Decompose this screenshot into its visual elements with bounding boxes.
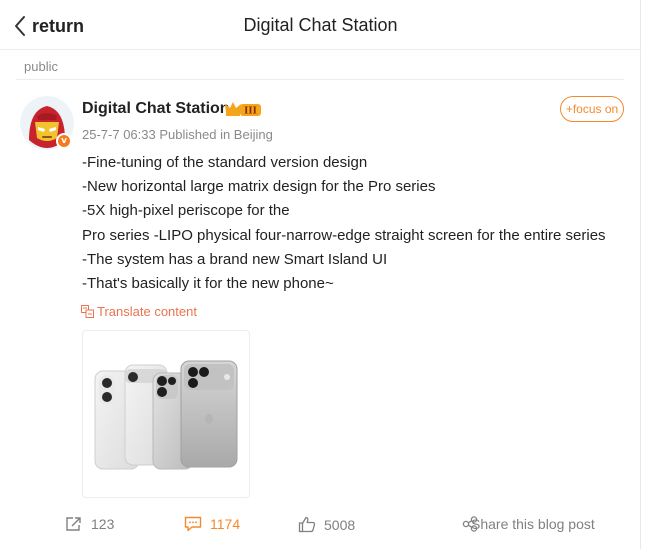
post-body: -Fine-tuning of the standard version des… bbox=[82, 151, 622, 296]
badge-level: III bbox=[244, 107, 257, 117]
post-line: -The system has a brand new Smart Island… bbox=[82, 250, 388, 268]
verified-badge: v bbox=[56, 133, 72, 149]
share-button[interactable]: Share this blog post bbox=[462, 516, 595, 532]
repost-icon bbox=[66, 517, 81, 531]
post-location: Published in Beijing bbox=[159, 127, 273, 142]
post-line: -That's basically it for the new phone~ bbox=[82, 275, 334, 293]
author-name[interactable]: Digital Chat Station bbox=[82, 100, 230, 118]
post-line: Pro series -LIPO physical four-narrow-ed… bbox=[82, 226, 606, 244]
page-title: Digital Chat Station bbox=[243, 15, 398, 35]
post-page: return Digital Chat Station public v Dig… bbox=[0, 0, 641, 549]
comment-count: 1174 bbox=[210, 516, 241, 532]
repost-button[interactable]: 123 bbox=[65, 516, 114, 532]
post-line: -Fine-tuning of the standard version des… bbox=[82, 154, 368, 171]
translate-link[interactable]: Translate content bbox=[81, 304, 197, 319]
phones-image bbox=[94, 360, 238, 470]
like-count: 5008 bbox=[324, 516, 356, 533]
follow-button[interactable]: +focus on bbox=[560, 96, 624, 122]
member-crown-icon: III bbox=[223, 100, 263, 123]
thumbs-up-icon bbox=[298, 516, 316, 533]
post-meta: 25-7-7 06:33 Published in Beijing bbox=[82, 127, 273, 142]
translate-icon bbox=[81, 305, 94, 318]
post-line: -New horizontal large matrix design for … bbox=[82, 178, 436, 196]
like-button[interactable]: 5008 bbox=[298, 516, 355, 533]
action-bar: 123 1174 5008 Share this blog post bbox=[0, 510, 641, 546]
share-label: Share this blog post bbox=[471, 516, 595, 532]
comment-icon bbox=[184, 516, 202, 532]
divider bbox=[16, 79, 624, 80]
translate-label: Translate content bbox=[97, 304, 197, 319]
comment-button[interactable]: 1174 bbox=[184, 516, 240, 532]
repost-count: 123 bbox=[91, 516, 115, 532]
top-bar: return Digital Chat Station bbox=[0, 0, 641, 50]
visibility-label: public bbox=[24, 59, 58, 74]
post-timestamp: 25-7-7 06:33 bbox=[82, 127, 156, 142]
post-image[interactable] bbox=[82, 330, 250, 498]
post-line: -5X high-pixel periscope for the bbox=[82, 202, 290, 220]
